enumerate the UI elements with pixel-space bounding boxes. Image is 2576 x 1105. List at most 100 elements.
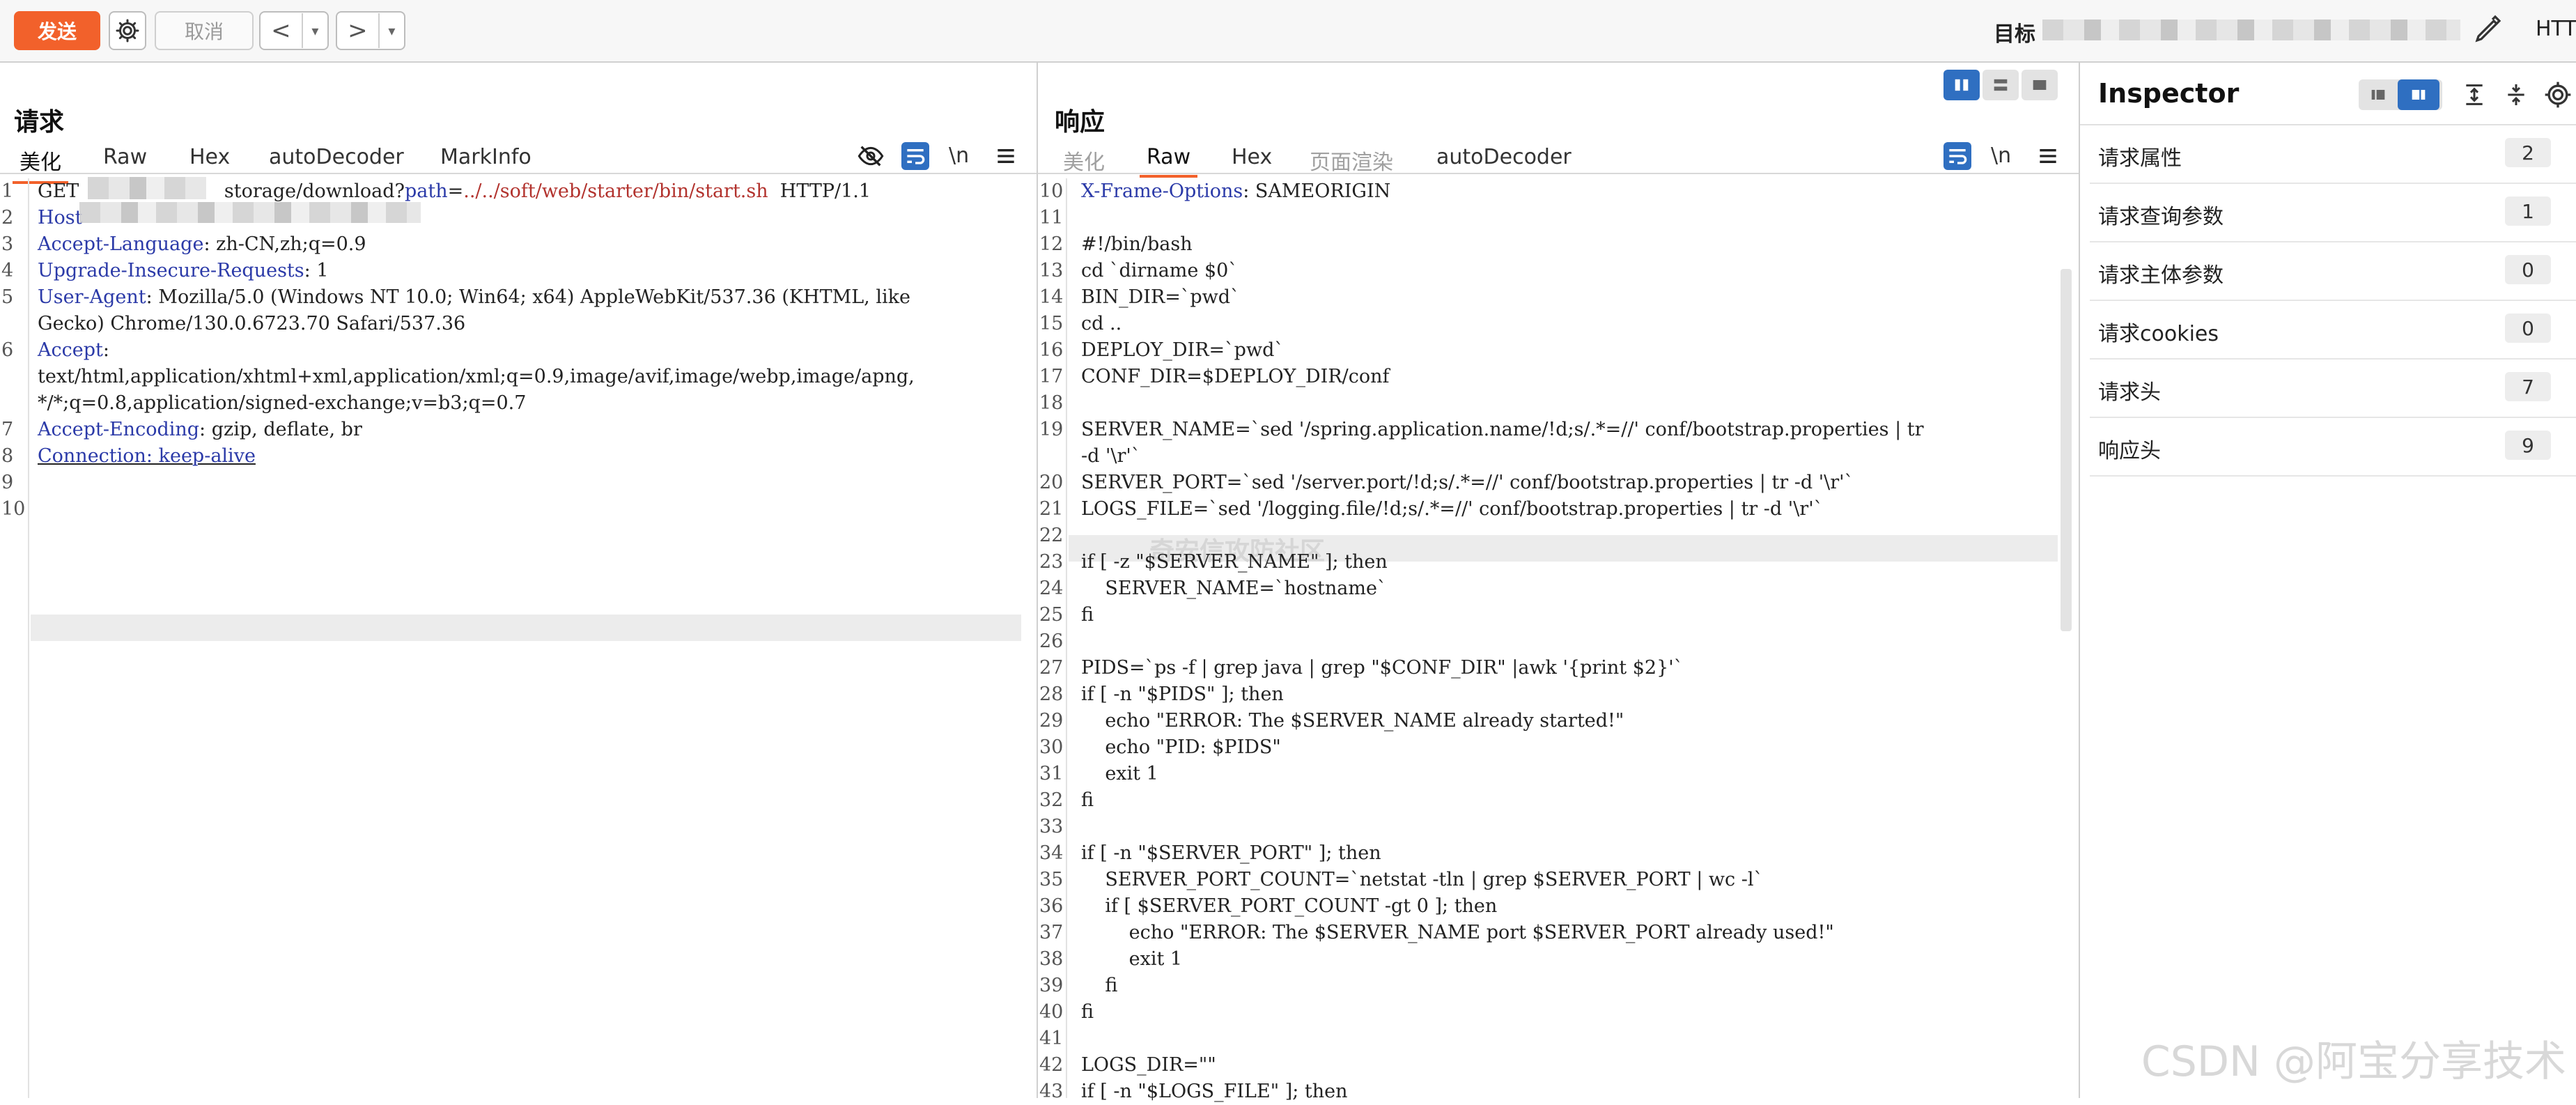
code-line: SERVER_PORT=`sed '/server.port/!d;s/.*=/… (1081, 470, 1854, 496)
collapse-all-icon[interactable] (2502, 81, 2530, 109)
row-label: 请求属性 (2098, 146, 2182, 171)
menu-icon[interactable] (2034, 142, 2062, 170)
inspector-row-query-params[interactable]: 请求查询参数 1 (2090, 184, 2576, 242)
inspector-row-cookies[interactable]: 请求cookies 0 (2090, 301, 2576, 360)
line-number: 1 (1, 180, 14, 202)
expand-all-icon[interactable] (2460, 81, 2488, 109)
split-horizontal-button[interactable] (1943, 70, 1980, 100)
menu-icon[interactable] (992, 142, 1020, 170)
inspector-title: Inspector (2098, 78, 2240, 109)
inspector-row-body-params[interactable]: 请求主体参数 0 (2090, 242, 2576, 301)
tab-raw[interactable]: Raw (1139, 145, 1198, 178)
request-editor[interactable]: 1 GET storage/download?path=../../soft/we… (0, 177, 1037, 1098)
panel-icon[interactable] (2398, 79, 2439, 110)
code-line: if [ -n "$PIDS" ]; then (1081, 681, 1284, 708)
gear-icon[interactable] (2543, 79, 2573, 110)
line-number: 32 (1039, 789, 1064, 811)
line-number: 15 (1039, 313, 1064, 334)
inspector-row-request-headers[interactable]: 请求头 7 (2090, 360, 2576, 418)
request-title: 请求 (14, 108, 65, 137)
inspector-pane: Inspector 请求属性 2 请求查询参数 1 请求主体参数 0 请求coo… (2080, 63, 2576, 1098)
code-line: SERVER_PORT_COUNT=`netstat -tln | grep $… (1081, 867, 1763, 893)
back-label[interactable]: < (261, 13, 303, 48)
chevron-down-icon[interactable]: ▾ (380, 22, 404, 39)
row-label: 请求cookies (2098, 322, 2219, 346)
line-number: 7 (1, 419, 14, 440)
tab-hex[interactable]: Hex (189, 145, 230, 169)
code-token: PIDS=`ps -f | grep java | grep "$CONF_DI… (1081, 657, 1684, 679)
target-label: 目标 (1994, 22, 2035, 47)
tab-beautify[interactable]: 美化 (1063, 145, 1105, 176)
code-token: : Mozilla/5.0 (Windows NT 10.0; Win64; x… (146, 286, 910, 308)
line-number: 26 (1039, 631, 1064, 652)
back-nav-button[interactable]: < ▾ (259, 11, 329, 50)
pencil-icon[interactable] (2472, 13, 2505, 46)
tab-hex[interactable]: Hex (1232, 145, 1272, 169)
wrap-toggle[interactable] (901, 142, 929, 170)
newline-toggle[interactable]: \n (949, 144, 969, 168)
code-line: fi (1081, 999, 1094, 1026)
code-line: cd `dirname $0` (1081, 258, 1238, 284)
code-token: #!/bin/bash (1081, 233, 1193, 255)
tab-markinfo[interactable]: MarkInfo (440, 145, 532, 169)
code-line: Upgrade-Insecure-Requests: 1 (38, 258, 329, 284)
top-toolbar: 发送 取消 < ▾ > ▾ 目标 HTT (0, 0, 2576, 63)
line-number: 43 (1039, 1081, 1064, 1102)
line-number: 40 (1039, 1001, 1064, 1023)
line-number: 6 (1, 339, 14, 361)
tab-autodecoder[interactable]: autoDecoder (269, 145, 404, 169)
response-editor[interactable]: 奇安信攻防社区 10 X-Frame-Options: SAMEORIGIN 11 1… (1038, 178, 2079, 1102)
line-number: 3 (1, 233, 14, 255)
inspector-layout-toggle[interactable] (2359, 79, 2442, 110)
line-number: 30 (1039, 736, 1064, 758)
scrollbar[interactable] (2061, 269, 2072, 631)
code-line: if [ -z "$SERVER_NAME" ]; then (1081, 549, 1388, 575)
tab-beautify[interactable]: 美化 (13, 145, 68, 184)
code-token: if [ -n "$SERVER_PORT" ]; then (1081, 842, 1381, 864)
code-token: : 1 (304, 260, 329, 281)
line-number: 21 (1039, 498, 1064, 520)
forward-nav-button[interactable]: > ▾ (336, 11, 405, 50)
code-line: cd .. (1081, 311, 1122, 337)
wrap-lines-icon (1949, 149, 1967, 164)
response-pane: 响应 美化 Raw Hex 页面渲染 autoDecoder \n 奇安信攻防社… (1038, 63, 2080, 1102)
tab-autodecoder[interactable]: autoDecoder (1436, 145, 1572, 169)
inspector-row-response-headers[interactable]: 响应头 9 (2090, 418, 2576, 477)
line-number: 39 (1039, 975, 1064, 996)
code-token: */*;q=0.8,application/signed-exchange;v=… (38, 392, 527, 414)
line-number: 33 (1039, 816, 1064, 837)
line-number: 17 (1039, 366, 1064, 387)
wrap-toggle[interactable] (1943, 142, 1971, 170)
header-name: Connection: keep-alive (38, 445, 256, 467)
inspector-row-request-attributes[interactable]: 请求属性 2 (2090, 125, 2576, 184)
line-number: 9 (1, 472, 14, 493)
newline-toggle[interactable]: \n (1991, 144, 2011, 168)
cancel-button[interactable]: 取消 (155, 11, 254, 50)
row-label: 请求查询参数 (2098, 205, 2224, 229)
forward-label[interactable]: > (337, 13, 380, 48)
eye-off-icon[interactable] (857, 142, 885, 170)
single-pane-button[interactable] (2022, 70, 2058, 100)
send-button[interactable]: 发送 (14, 11, 100, 50)
protocol-label[interactable]: HTT (2536, 17, 2576, 41)
code-token: SERVER_PORT=`sed '/server.port/!d;s/.*=/… (1081, 472, 1854, 493)
redacted-host (88, 177, 206, 199)
code-line: Accept-Language: zh-CN,zh;q=0.9 (38, 231, 366, 258)
code-token: LOGS_DIR="" (1081, 1054, 1216, 1076)
redacted-target[interactable] (2042, 20, 2460, 40)
row-label: 请求主体参数 (2098, 263, 2224, 288)
row-label: 请求头 (2098, 380, 2161, 405)
tab-raw[interactable]: Raw (103, 145, 147, 169)
code-line: text/html,application/xhtml+xml,applicat… (38, 364, 915, 390)
settings-button[interactable] (109, 11, 146, 50)
line-gutter (0, 178, 29, 1098)
count-badge: 7 (2505, 372, 2551, 401)
chevron-down-icon[interactable]: ▾ (303, 22, 327, 39)
code-line: #!/bin/bash (1081, 231, 1193, 258)
split-vertical-button[interactable] (1983, 70, 2019, 100)
code-line: -d '\r'` (1081, 443, 1140, 470)
tab-page-render[interactable]: 页面渲染 (1310, 145, 1393, 176)
line-number: 10 (1, 498, 26, 520)
line-number: 12 (1039, 233, 1064, 255)
list-icon[interactable] (2359, 79, 2398, 110)
